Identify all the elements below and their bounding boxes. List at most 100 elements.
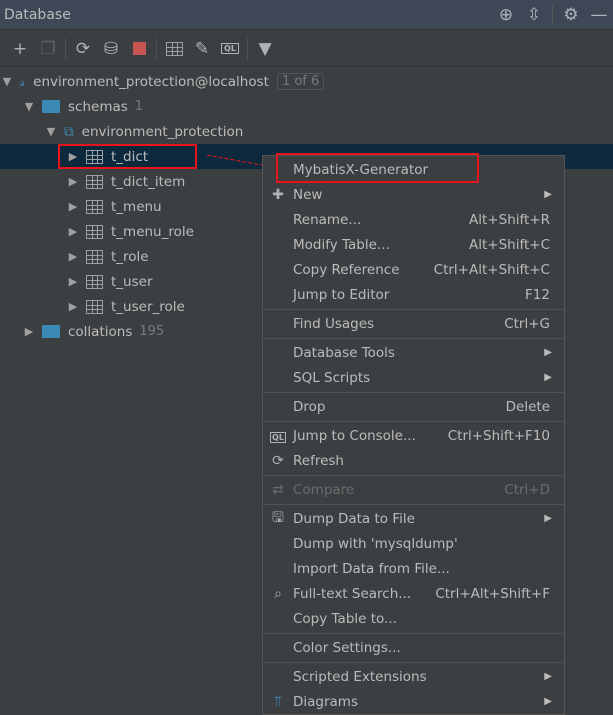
- folder-icon: [42, 325, 60, 338]
- menu-item-shortcut: F12: [525, 286, 550, 303]
- menu-item-label: Full-text Search...: [293, 585, 412, 602]
- add-icon[interactable]: +: [6, 35, 34, 63]
- refresh-icon[interactable]: ⟳: [69, 35, 97, 63]
- submenu-arrow-icon: ▶: [544, 513, 552, 524]
- expand-arrow-icon[interactable]: ▶: [66, 175, 80, 188]
- expand-arrow-icon[interactable]: ▶: [66, 225, 80, 238]
- menu-separator: [263, 474, 564, 476]
- schemas-count: 1: [134, 99, 144, 114]
- table-icon: [86, 224, 103, 239]
- duplicate-icon[interactable]: ❐: [34, 35, 62, 63]
- gear-icon[interactable]: ⚙: [557, 5, 585, 25]
- expand-arrow-icon[interactable]: ▼: [44, 125, 58, 138]
- save-icon: 🖫: [272, 509, 284, 526]
- connection-label: environment_protection@localhost: [33, 73, 269, 90]
- menu-item[interactable]: Import Data from File...: [263, 556, 564, 581]
- menu-item-label: Jump to Console...: [293, 427, 416, 444]
- table-icon: [86, 199, 103, 214]
- edit-icon[interactable]: ✎: [188, 35, 216, 63]
- annotation-box-menu: [276, 153, 479, 183]
- connection-badge: 1 of 6: [276, 73, 325, 90]
- menu-item[interactable]: SQL Scripts ▶: [263, 365, 564, 390]
- menu-item-shortcut: Delete: [505, 398, 550, 415]
- table-icon: [86, 249, 103, 264]
- context-menu: MybatisX-Generator ✚ New ▶ Rename... Alt+Shif…: [262, 155, 565, 715]
- menu-item[interactable]: Color Settings...: [263, 635, 564, 660]
- table-icon[interactable]: [160, 35, 188, 63]
- tree-schema[interactable]: ▼ ⧉ environment_protection: [0, 119, 613, 144]
- submenu-arrow-icon: ▶: [544, 372, 552, 383]
- menu-item[interactable]: Jump to Editor F12: [263, 282, 564, 307]
- menu-item-label: Database Tools: [293, 344, 395, 361]
- menu-separator: [263, 632, 564, 634]
- menu-item-label: Dump with 'mysqldump': [293, 535, 458, 552]
- collapse-icon[interactable]: ⇳: [520, 5, 548, 25]
- stop-icon[interactable]: [125, 35, 153, 63]
- menu-item[interactable]: Scripted Extensions ▶: [263, 664, 564, 689]
- menu-item-label: SQL Scripts: [293, 369, 371, 386]
- menu-item-shortcut: Ctrl+Alt+Shift+F: [435, 585, 550, 602]
- expand-arrow-icon[interactable]: ▶: [66, 300, 80, 313]
- expand-arrow-icon[interactable]: ▶: [66, 200, 80, 213]
- menu-item[interactable]: Database Tools ▶: [263, 340, 564, 365]
- tree-schemas[interactable]: ▼ schemas 1: [0, 94, 613, 119]
- panel-title: Database: [4, 6, 71, 23]
- collations-label: collations: [68, 323, 133, 340]
- menu-item[interactable]: Rename... Alt+Shift+R: [263, 207, 564, 232]
- table-label: t_user_role: [111, 298, 185, 315]
- menu-item[interactable]: Modify Table... Alt+Shift+C: [263, 232, 564, 257]
- menu-item[interactable]: ⫪ Diagrams ▶: [263, 689, 564, 714]
- menu-item-label: Import Data from File...: [293, 560, 450, 577]
- menu-separator: [263, 308, 564, 310]
- menu-item-shortcut: Ctrl+G: [504, 315, 550, 332]
- menu-item[interactable]: Drop Delete: [263, 394, 564, 419]
- menu-item[interactable]: QL Jump to Console... Ctrl+Shift+F10: [263, 423, 564, 448]
- refresh-icon: ⟳: [272, 452, 284, 469]
- collations-count: 195: [139, 324, 165, 339]
- filter-icon[interactable]: ▼: [251, 35, 279, 63]
- console-icon: QL: [270, 431, 286, 443]
- submenu-arrow-icon: ▶: [544, 189, 552, 200]
- expand-arrow-icon[interactable]: ▶: [66, 275, 80, 288]
- menu-item-label: Color Settings...: [293, 639, 401, 656]
- expand-arrow-icon[interactable]: ▶: [66, 250, 80, 263]
- menu-item-label: Jump to Editor: [293, 286, 390, 303]
- menu-separator: [263, 661, 564, 663]
- schema-tools-icon[interactable]: ⛁: [97, 35, 125, 63]
- menu-item-shortcut: Ctrl+D: [504, 481, 550, 498]
- menu-item[interactable]: Copy Reference Ctrl+Alt+Shift+C: [263, 257, 564, 282]
- menu-item[interactable]: ✚ New ▶: [263, 182, 564, 207]
- expand-arrow-icon[interactable]: ▼: [0, 75, 14, 88]
- menu-item[interactable]: 🖫 Dump Data to File ▶: [263, 506, 564, 531]
- table-label: t_menu_role: [111, 223, 194, 240]
- menu-separator: [263, 391, 564, 393]
- menu-item[interactable]: ⌕ Full-text Search... Ctrl+Alt+Shift+F: [263, 581, 564, 606]
- folder-icon: [42, 100, 60, 113]
- expand-arrow-icon[interactable]: ▶: [22, 325, 36, 338]
- compare-icon: ⇄: [272, 481, 284, 498]
- menu-item[interactable]: ⟳ Refresh: [263, 448, 564, 473]
- menu-item-label: Find Usages: [293, 315, 375, 332]
- menu-item[interactable]: Find Usages Ctrl+G: [263, 311, 564, 336]
- console-icon[interactable]: QL: [216, 35, 244, 63]
- plus-icon: ✚: [272, 186, 284, 203]
- menu-item-label: Dump Data to File: [293, 510, 415, 527]
- table-icon: [86, 299, 103, 314]
- tree-connection[interactable]: ▼ 𝓈 environment_protection@localhost 1 o…: [0, 69, 613, 94]
- menu-separator: [263, 337, 564, 339]
- menu-item-label: Copy Table to...: [293, 610, 397, 627]
- table-label: t_menu: [111, 198, 162, 215]
- menu-separator: [263, 420, 564, 422]
- menu-item-label: Scripted Extensions: [293, 668, 427, 685]
- menu-item[interactable]: Copy Table to...: [263, 606, 564, 631]
- menu-item[interactable]: Dump with 'mysqldump': [263, 531, 564, 556]
- crosshair-icon[interactable]: ⊕: [492, 5, 520, 25]
- expand-arrow-icon[interactable]: ▼: [22, 100, 36, 113]
- minimize-icon[interactable]: —: [585, 5, 613, 25]
- schema-label: environment_protection: [81, 123, 244, 140]
- table-label: t_dict_item: [111, 173, 186, 190]
- schema-icon: ⧉: [64, 123, 74, 140]
- menu-item-label: Rename...: [293, 211, 362, 228]
- submenu-arrow-icon: ▶: [544, 696, 552, 707]
- menu-item-shortcut: Ctrl+Alt+Shift+C: [433, 261, 550, 278]
